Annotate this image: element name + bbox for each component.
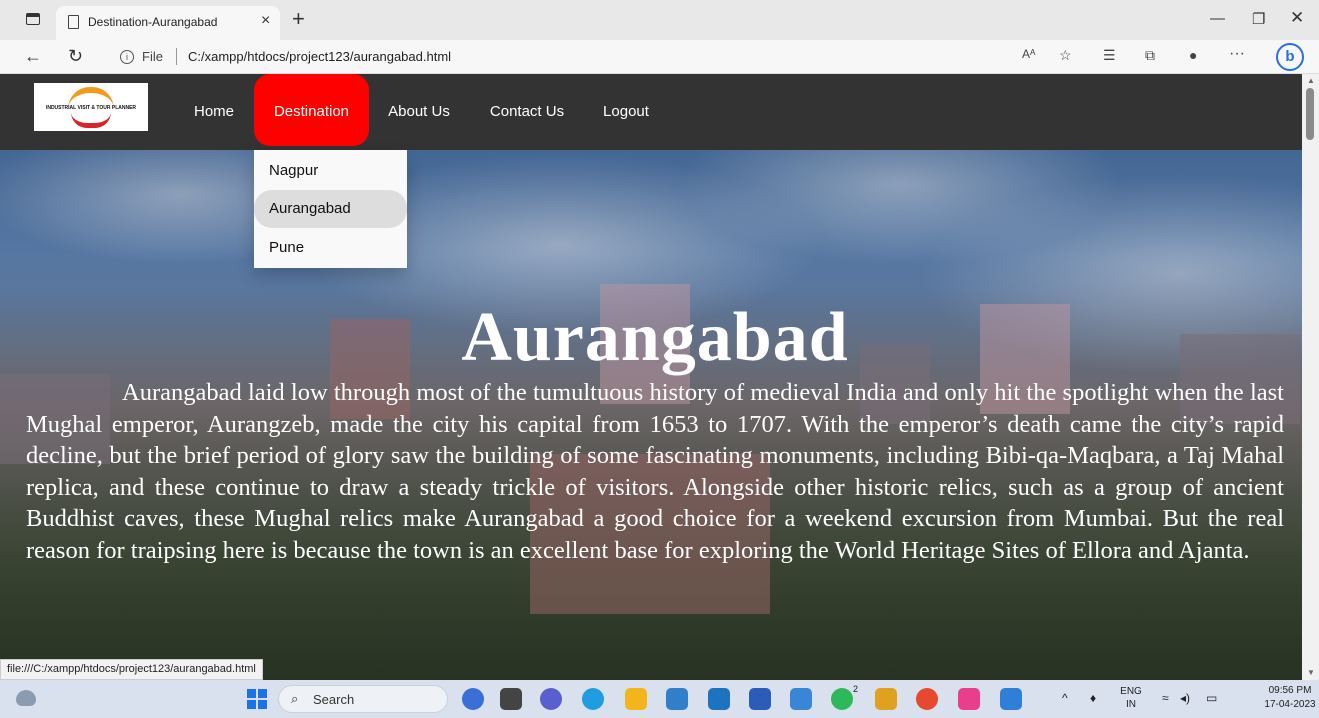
- dropdown-item-nagpur[interactable]: Nagpur: [254, 152, 407, 190]
- refresh-icon[interactable]: ↻: [68, 46, 83, 67]
- page-icon: [68, 15, 79, 29]
- nav-destination[interactable]: Destination: [254, 74, 369, 146]
- battery-icon[interactable]: ▭: [1206, 691, 1217, 705]
- page-viewport: INDUSTRIAL VISIT & TOUR PLANNER Home Des…: [0, 74, 1302, 680]
- notepad-icon[interactable]: [790, 688, 812, 710]
- scroll-up-icon[interactable]: ▲: [1307, 76, 1315, 85]
- restore-icon[interactable]: ❐: [1252, 10, 1265, 28]
- task-view-icon[interactable]: [500, 688, 522, 710]
- back-icon[interactable]: ←: [24, 46, 42, 67]
- tab-title: Destination-Aurangabad: [88, 15, 218, 29]
- nav-logout[interactable]: Logout: [590, 74, 662, 150]
- hp-app-icon[interactable]: [666, 688, 688, 710]
- add-favorite-icon[interactable]: ☆: [1059, 47, 1072, 64]
- address-toolbar: ← ↻ i File C:/xampp/htdocs/project123/au…: [0, 40, 1319, 74]
- browser-tab-bar: Destination-Aurangabad × + — ❐ ✕: [0, 0, 1319, 40]
- region-code[interactable]: IN: [1118, 699, 1144, 710]
- wifi-icon[interactable]: ≈: [1162, 691, 1169, 705]
- tab-actions-icon[interactable]: [26, 13, 40, 25]
- start-icon[interactable]: [247, 689, 267, 709]
- tab-destination-aurangabad[interactable]: Destination-Aurangabad ×: [56, 6, 280, 40]
- file-explorer-icon[interactable]: [625, 688, 647, 710]
- page-scrollbar[interactable]: ▲ ▼: [1302, 74, 1319, 680]
- profile-icon[interactable]: ●: [1189, 47, 1197, 63]
- store-icon[interactable]: [708, 688, 730, 710]
- url-separator: [176, 48, 177, 65]
- site-logo[interactable]: INDUSTRIAL VISIT & TOUR PLANNER: [34, 83, 148, 131]
- chevron-up-icon[interactable]: ^: [1062, 691, 1068, 705]
- dropdown-item-aurangabad[interactable]: Aurangabad: [254, 190, 407, 228]
- nav-home[interactable]: Home: [180, 74, 248, 150]
- search-label: Search: [313, 692, 355, 707]
- scroll-thumb[interactable]: [1306, 88, 1314, 140]
- page-title: Aurangabad: [461, 299, 849, 376]
- logo-gear-icon: [71, 112, 111, 128]
- nav-about-us[interactable]: About Us: [374, 74, 464, 150]
- whatsapp-icon[interactable]: [831, 688, 853, 710]
- close-tab-icon[interactable]: ×: [261, 12, 270, 30]
- more-icon[interactable]: ···: [1229, 45, 1245, 63]
- info-icon[interactable]: i: [120, 50, 134, 64]
- clock-date[interactable]: 17-04-2023: [1260, 699, 1319, 710]
- description-paragraph: Aurangabad laid low through most of the …: [26, 379, 1284, 564]
- address-bar[interactable]: i File C:/xampp/htdocs/project123/aurang…: [104, 44, 984, 70]
- collections-icon[interactable]: ⧉: [1145, 47, 1155, 64]
- scroll-down-icon[interactable]: ▼: [1307, 668, 1315, 677]
- vscode-icon[interactable]: [1000, 688, 1022, 710]
- taskbar-search[interactable]: ⌕ Search: [278, 685, 448, 713]
- main-navbar: INDUSTRIAL VISIT & TOUR PLANNER Home Des…: [0, 74, 1302, 150]
- edge-icon[interactable]: [582, 688, 604, 710]
- file-label: File: [142, 49, 163, 64]
- whatsapp-badge: 2: [853, 684, 859, 694]
- minimize-icon[interactable]: —: [1210, 10, 1225, 27]
- url-text[interactable]: C:/xampp/htdocs/project123/aurangabad.ht…: [188, 49, 451, 64]
- chat-icon[interactable]: [540, 688, 562, 710]
- status-bar-url: file:///C:/xampp/htdocs/project123/auran…: [0, 659, 263, 680]
- windows-taskbar: ⌕ Search 2 ^ ♦ ENG IN ≈ ◂) ▭ 09:56 PM 17…: [0, 680, 1319, 718]
- dropdown-item-pune[interactable]: Pune: [254, 229, 407, 267]
- weather-icon[interactable]: [16, 690, 36, 706]
- app-icon-2[interactable]: [958, 688, 980, 710]
- favorites-icon[interactable]: ☰: [1103, 47, 1116, 64]
- bing-chat-icon[interactable]: b: [1276, 43, 1304, 71]
- search-icon: ⌕: [291, 691, 299, 706]
- app-icon[interactable]: [875, 688, 897, 710]
- nav-contact-us[interactable]: Contact Us: [476, 74, 578, 150]
- logo-text: INDUSTRIAL VISIT & TOUR PLANNER: [45, 105, 137, 111]
- word-icon[interactable]: [749, 688, 771, 710]
- microphone-icon[interactable]: ♦: [1090, 691, 1096, 705]
- clock-time[interactable]: 09:56 PM: [1260, 685, 1319, 696]
- chrome-icon[interactable]: [916, 688, 938, 710]
- bing-app-icon[interactable]: [462, 688, 484, 710]
- language-code[interactable]: ENG: [1118, 686, 1144, 697]
- new-tab-button[interactable]: +: [292, 6, 305, 32]
- volume-icon[interactable]: ◂): [1180, 691, 1190, 705]
- destination-dropdown: Nagpur Aurangabad Pune: [254, 150, 407, 268]
- read-aloud-icon[interactable]: Aᴬ: [1022, 47, 1035, 61]
- close-window-icon[interactable]: ✕: [1290, 8, 1304, 28]
